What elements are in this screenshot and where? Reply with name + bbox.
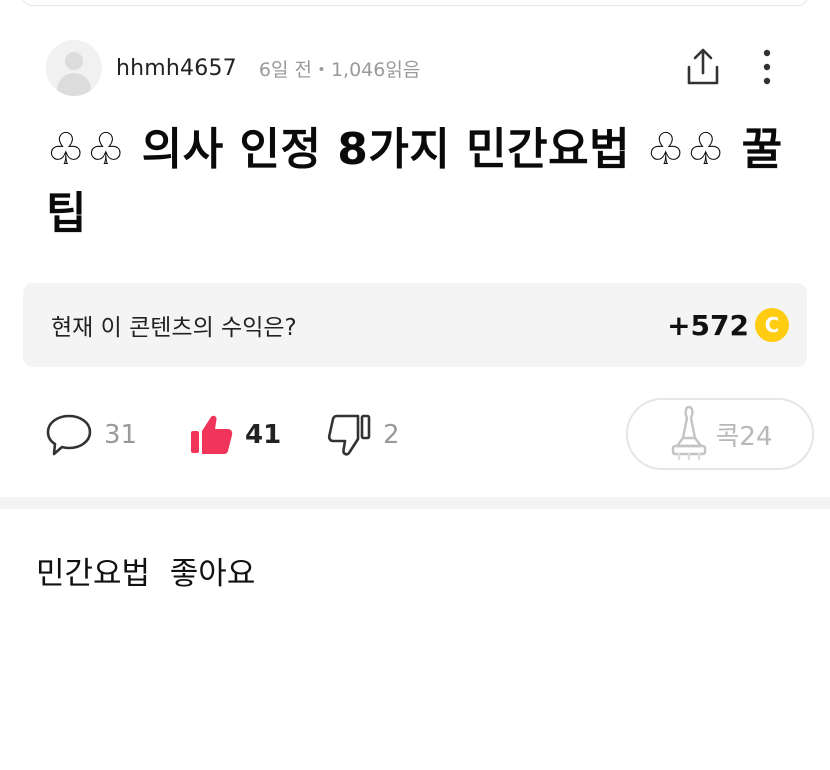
share-icon: [687, 48, 719, 85]
author-name[interactable]: hhmh4657: [116, 56, 237, 81]
post-body: 민간요법 좋아요: [36, 556, 256, 592]
kok-button[interactable]: 콕24: [626, 398, 814, 470]
avatar[interactable]: [46, 40, 102, 96]
post-meta: 6일 전・1,046읽음: [258, 58, 421, 81]
kok-label: 콕24: [715, 421, 773, 452]
previous-card-edge: [22, 0, 808, 6]
action-bar: 31 41 2 콕24: [44, 398, 814, 472]
comment-count: 31: [104, 420, 138, 450]
like-button[interactable]: 41: [189, 410, 281, 460]
thumbs-up-icon: [191, 415, 233, 454]
kok-stamp-icon: [672, 405, 707, 461]
more-vertical-icon: [763, 49, 771, 85]
revenue-amount: +572 C: [667, 308, 789, 342]
revenue-value: +572: [667, 308, 749, 342]
revenue-banner[interactable]: 현재 이 콘텐츠의 수익은? +572 C: [23, 283, 807, 367]
comment-icon: [46, 414, 92, 456]
dislike-button[interactable]: 2: [327, 410, 400, 460]
post-title: ♧♧ 의사 인정 8가지 민간요법 ♧♧ 꿀팁: [46, 124, 783, 239]
thumbs-down-icon: [327, 414, 371, 456]
section-divider: [0, 497, 830, 509]
like-count: 41: [245, 420, 282, 450]
coin-icon: C: [755, 308, 789, 342]
share-button[interactable]: [678, 42, 728, 92]
more-options-button[interactable]: [752, 42, 782, 92]
revenue-label: 현재 이 콘텐츠의 수익은?: [51, 315, 297, 341]
comment-button[interactable]: 31: [44, 410, 137, 460]
dislike-count: 2: [383, 420, 400, 450]
author-row: hhmh4657 6일 전・1,046읽음: [46, 40, 786, 96]
